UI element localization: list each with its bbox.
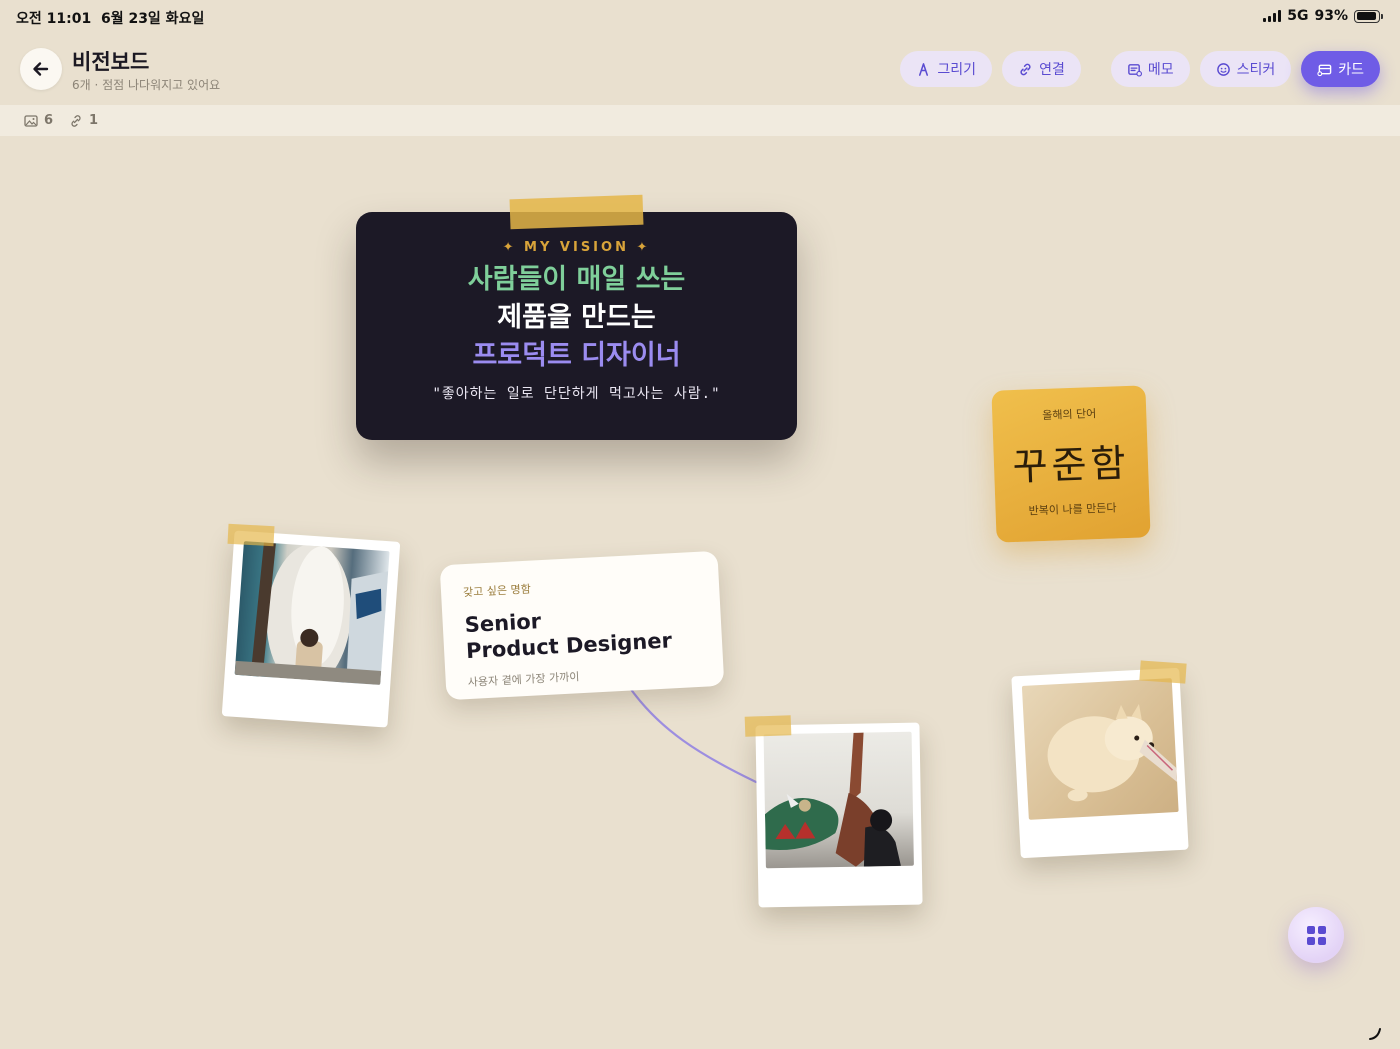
vision-card[interactable]: ✦ MY VISION ✦ 사람들이 매일 쓰는 제품을 만드는 프로덕트 디자…: [356, 212, 797, 440]
puppy-illustration: [1047, 703, 1178, 802]
connector-line[interactable]: [0, 0, 1400, 1049]
polaroid-photo-3[interactable]: [1011, 667, 1189, 859]
grid-menu-button[interactable]: [1288, 907, 1344, 963]
photo-child-penguin: [234, 541, 390, 685]
dinosaur-illustration: [764, 732, 901, 867]
resize-handle-icon[interactable]: [1368, 1027, 1382, 1041]
tape-photo-2: [744, 715, 792, 737]
polaroid-photo-2[interactable]: [755, 722, 923, 908]
vision-quote: "좋아하는 일로 단단하게 먹고사는 사람.": [432, 386, 721, 402]
vision-eyebrow: ✦ MY VISION ✦: [502, 240, 651, 255]
business-card-title: Senior Product Designer: [464, 600, 700, 664]
penguin-illustration: [234, 542, 389, 685]
photo-child-dinosaur: [763, 731, 914, 869]
photo-pomeranian: [1021, 678, 1179, 820]
business-card-sub: 사용자 곁에 가장 가까이: [467, 670, 580, 690]
word-card-sub: 반복이 나를 만든다: [1028, 501, 1117, 518]
business-card[interactable]: 갖고 싶은 명함 Senior Product Designer 사용자 곁에 …: [439, 550, 725, 701]
grid-icon: [1306, 925, 1326, 945]
word-card-word: 꾸준함: [1011, 440, 1131, 490]
tape-vision: [509, 194, 644, 230]
tape-photo-3: [1139, 660, 1187, 684]
vision-line-1: 사람들이 매일 쓰는: [467, 264, 686, 295]
word-card-label: 올해의 단어: [1041, 407, 1097, 422]
polaroid-photo-1[interactable]: [221, 530, 401, 728]
connector-path: [628, 686, 758, 784]
vision-line-2: 제품을 만드는: [497, 302, 656, 333]
vision-line-3: 프로덕트 디자이너: [472, 340, 681, 371]
tape-photo-1: [227, 523, 275, 547]
word-of-year-card[interactable]: 올해의 단어 꾸준함 반복이 나를 만든다: [991, 385, 1151, 543]
business-card-label: 갖고 싶은 명함: [462, 582, 532, 600]
